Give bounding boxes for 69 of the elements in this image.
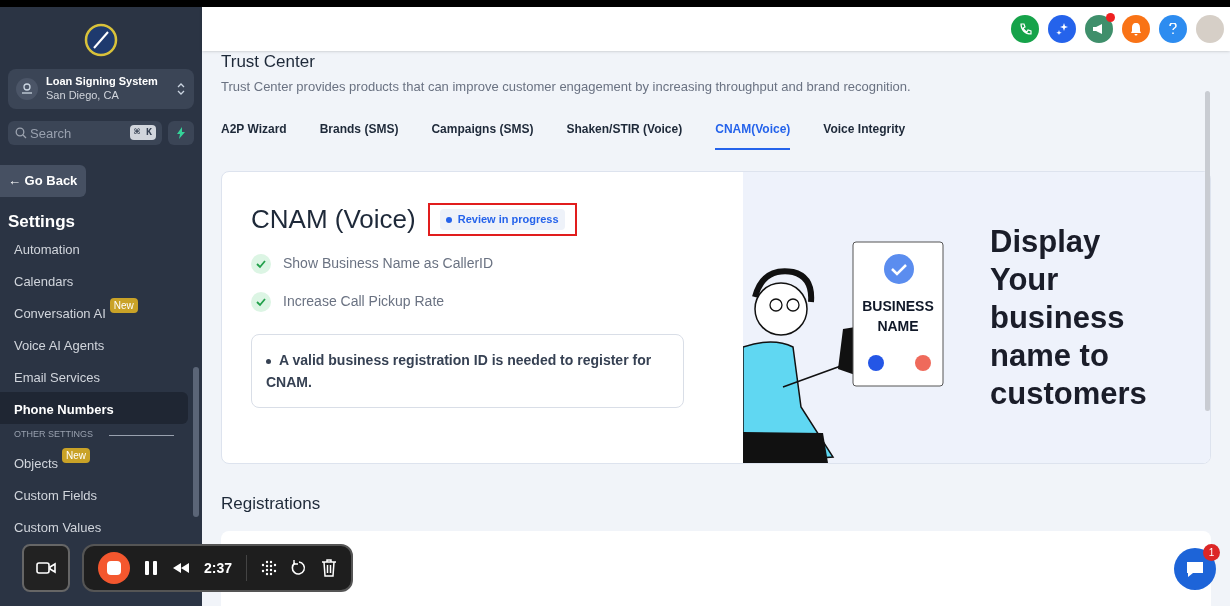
sidebar-item[interactable]: Conversation AI New (0, 296, 188, 328)
tab[interactable]: Campaigns (SMS) (431, 120, 534, 150)
stop-button[interactable] (98, 552, 130, 584)
requirement-note: A valid business registration ID is needed to register for CNAM. (251, 334, 684, 408)
lightning-icon (176, 126, 186, 139)
scrollbar-thumb[interactable] (193, 367, 199, 517)
tab[interactable]: Shaken/STIR (Voice) (566, 120, 683, 150)
stop-icon (107, 561, 121, 575)
sidebar-item[interactable]: Phone Numbers (0, 392, 188, 424)
tab[interactable]: A2P Wizard (221, 120, 287, 150)
grid-button[interactable] (261, 560, 278, 576)
help-button[interactable] (1159, 15, 1187, 43)
section-title: Registrations (221, 493, 322, 515)
rewind-icon (172, 562, 190, 574)
location-icon (16, 77, 38, 100)
restart-icon (291, 560, 308, 576)
sidebar-heading: Settings (8, 210, 77, 233)
logo-icon (84, 23, 118, 57)
ai-button[interactable] (1048, 15, 1076, 43)
tab[interactable]: Voice Integrity (823, 120, 906, 150)
notifications-button[interactable] (1122, 15, 1150, 43)
camera-button[interactable] (22, 544, 70, 592)
search-icon (15, 126, 27, 139)
chat-icon (1185, 560, 1205, 578)
new-badge: New (109, 298, 138, 313)
sidebar-item[interactable]: Custom Fields (0, 478, 188, 510)
scrollbar-thumb[interactable] (1205, 91, 1210, 411)
restart-button[interactable] (291, 560, 308, 576)
sidebar-item[interactable]: Email Services (0, 360, 188, 392)
video-camera-icon (36, 561, 56, 575)
status-badge: Review in progress (439, 209, 565, 230)
new-badge: New (62, 448, 91, 463)
phone-icon (1018, 22, 1032, 36)
check-icon (251, 253, 271, 274)
pause-icon (144, 560, 158, 576)
sidebar-item[interactable]: Calendars (0, 264, 188, 296)
delete-button[interactable] (321, 559, 338, 577)
sidebar-item[interactable]: Custom Values (0, 510, 188, 542)
phone-button[interactable] (1011, 15, 1039, 43)
sparkle-icon (1055, 22, 1069, 36)
go-back-button[interactable]: ← Go Back (0, 164, 86, 197)
bell-icon (1130, 22, 1142, 36)
sidebar-item[interactable]: Voice AI Agents (0, 328, 188, 360)
sidebar-item[interactable]: Automation (0, 232, 188, 264)
sidebar-item[interactable]: Objects New (0, 446, 188, 478)
feature-text: Show Business Name as CallerID (283, 254, 494, 273)
promo-headline: Display Your business name to customers (990, 222, 1148, 413)
account-switcher[interactable]: Loan Signing System San Diego, CA (8, 69, 194, 109)
page-title: Trust Center (221, 51, 316, 73)
account-location: San Diego, CA (46, 88, 120, 103)
question-icon (1169, 23, 1177, 35)
recording-time: 2:37 (204, 558, 233, 578)
trash-icon (321, 559, 338, 577)
feature-text: Increase Call Pickup Rate (283, 292, 445, 311)
notification-count: 1 (1203, 544, 1220, 561)
page-subtitle: Trust Center provides products that can improve customer engagement by increasing throughput and brand recognition. (221, 77, 912, 96)
card-title: CNAM (Voice) (251, 203, 416, 236)
rewind-button[interactable] (172, 562, 190, 574)
dots-grid-icon (261, 560, 278, 576)
account-name: Loan Signing System (46, 75, 159, 89)
pause-button[interactable] (144, 560, 158, 576)
tab[interactable]: Brands (SMS) (319, 120, 399, 150)
section-label: OTHER SETTINGS (14, 428, 93, 442)
tab[interactable]: CNAM(Voice) (715, 120, 791, 150)
announcement-button[interactable] (1085, 15, 1113, 43)
check-icon (251, 291, 271, 312)
phone-screen-label: BUSINESS NAME (862, 298, 934, 334)
quick-action-button[interactable] (168, 120, 194, 145)
chevron-updown-icon (176, 81, 186, 96)
